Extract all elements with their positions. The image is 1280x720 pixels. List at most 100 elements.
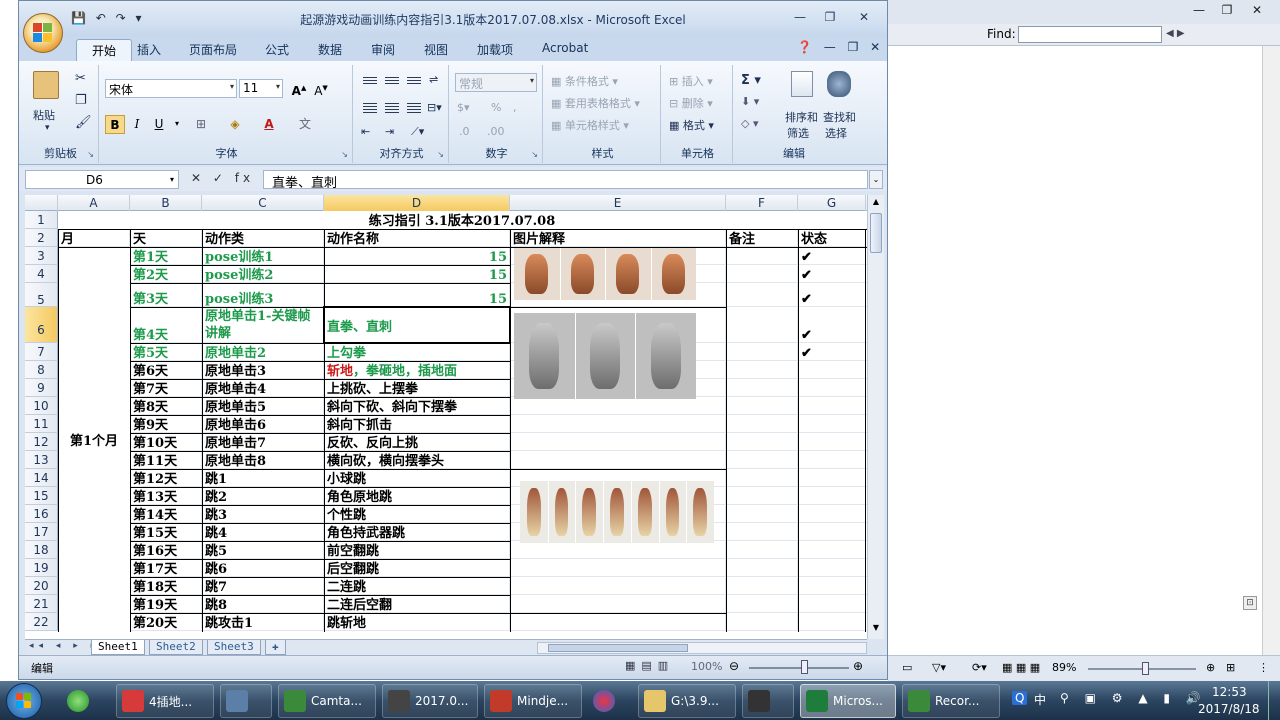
row-header-21[interactable]: 21 <box>25 595 58 613</box>
action-type-cell[interactable]: 原地单击4 <box>202 379 324 397</box>
delete-cells-button[interactable]: ⊟ 删除 ▾ <box>669 95 713 111</box>
action-name-cell[interactable]: 反砍、反向上挑 <box>324 433 510 451</box>
tab-view[interactable]: 视图 <box>424 41 448 58</box>
row-header-4[interactable]: 4 <box>25 265 58 283</box>
bold-button[interactable]: B <box>105 115 125 134</box>
borders-icon[interactable]: ⊞ <box>191 115 211 134</box>
jump-reference-image[interactable] <box>520 481 714 543</box>
day-cell[interactable]: 第8天 <box>130 397 202 415</box>
italic-button[interactable]: I <box>127 115 147 134</box>
indent-increase-icon[interactable]: ⇥ <box>385 125 394 138</box>
formula-input[interactable]: 直拳、直刺 <box>263 170 868 191</box>
action-name-cell[interactable]: 角色持武器跳 <box>324 523 510 541</box>
grow-font-button[interactable]: A▲ <box>289 79 309 98</box>
scroll-up-icon[interactable]: ▲ <box>868 197 884 211</box>
bg-zoom-thumb[interactable] <box>1142 662 1149 675</box>
close-button[interactable]: ✕ <box>853 10 875 26</box>
bg-fit-icon[interactable]: ▦ ▦ ▦ <box>1002 661 1040 674</box>
cell-styles-button[interactable]: ▦ 单元格样式 ▾ <box>551 117 629 133</box>
action-type-cell[interactable]: pose训练2 <box>202 265 324 283</box>
vertical-scroll-thumb[interactable] <box>870 213 882 253</box>
action-type-cell[interactable]: 跳攻击1 <box>202 613 324 631</box>
bg-fit-page-icon[interactable]: ⊞ <box>1226 661 1235 674</box>
day-cell[interactable]: 第17天 <box>130 559 202 577</box>
ribbon-window-controls[interactable]: ❓ — ❐ ✕ <box>797 40 884 54</box>
action-name-cell[interactable]: 斜向下砍、斜向下摆拳 <box>324 397 510 415</box>
sort-filter-label-1[interactable]: 排序和 <box>785 109 818 125</box>
sort-filter-label-2[interactable]: 筛选 <box>787 125 809 141</box>
find-select-label-1[interactable]: 查找和 <box>823 109 856 125</box>
status-cell[interactable]: ✔ <box>798 343 866 361</box>
header-cell-a[interactable]: 月 <box>58 229 130 247</box>
action-name-cell[interactable]: 个性跳 <box>324 505 510 523</box>
paste-button[interactable]: 粘贴 <box>33 107 55 123</box>
day-cell[interactable]: 第4天 <box>130 307 202 343</box>
fill-color-icon[interactable]: ◈ <box>225 115 245 134</box>
taskbar-item-10[interactable]: Recor... <box>902 684 1000 718</box>
wrap-text-icon[interactable]: ⇌ <box>429 73 438 86</box>
paste-icon[interactable] <box>33 71 59 99</box>
header-cell-e[interactable]: 图片解释 <box>510 229 726 247</box>
action-name-cell[interactable]: 15 <box>324 283 510 307</box>
zoom-out-icon[interactable]: ⊖ <box>729 659 739 673</box>
day-cell[interactable]: 第19天 <box>130 595 202 613</box>
month-cell[interactable]: 第1个月 <box>58 247 130 631</box>
header-cell-c[interactable]: 动作类 <box>202 229 324 247</box>
row-header-2[interactable]: 2 <box>25 229 58 247</box>
comma-icon[interactable]: , <box>513 101 517 114</box>
active-cell-outline[interactable] <box>323 306 511 344</box>
row-header-1[interactable]: 1 <box>25 211 58 229</box>
action-type-cell[interactable]: 原地单击8 <box>202 451 324 469</box>
align-top-icon[interactable] <box>361 75 379 91</box>
day-cell[interactable]: 第13天 <box>130 487 202 505</box>
conditional-format-button[interactable]: ▦ 条件格式 ▾ <box>551 73 618 89</box>
row-header-14[interactable]: 14 <box>25 469 58 487</box>
column-header-c[interactable]: C <box>202 195 324 211</box>
office-button[interactable] <box>23 13 63 53</box>
find-nav-icon[interactable]: ◀ ▶ <box>1166 28 1185 39</box>
bg-close-button[interactable]: ✕ <box>1248 3 1266 19</box>
day-cell[interactable]: 第7天 <box>130 379 202 397</box>
status-cell[interactable]: ✔ <box>798 283 866 307</box>
tab-insert[interactable]: 插入 <box>137 41 161 58</box>
day-cell[interactable]: 第10天 <box>130 433 202 451</box>
sheet-tab-3[interactable]: Sheet3 <box>207 640 261 655</box>
row-header-17[interactable]: 17 <box>25 523 58 541</box>
action-name-cell[interactable]: 小球跳 <box>324 469 510 487</box>
alignment-launcher-icon[interactable]: ↘ <box>437 150 444 159</box>
action-name-cell[interactable]: 斩地 ，拳砸地，插地面 <box>324 361 510 379</box>
action-type-cell[interactable]: 跳5 <box>202 541 324 559</box>
align-center-icon[interactable] <box>383 101 401 117</box>
merge-icon[interactable]: ⊟▾ <box>427 101 442 114</box>
zoom-slider[interactable] <box>749 667 849 669</box>
row-header-16[interactable]: 16 <box>25 505 58 523</box>
format-table-button[interactable]: ▦ 套用表格格式 ▾ <box>551 95 640 111</box>
tab-review[interactable]: 审阅 <box>371 41 395 58</box>
tray-icons[interactable]: ⚲ ▣ ⚙ ▲ ▮ 🔊 <box>1060 691 1207 705</box>
row-header-20[interactable]: 20 <box>25 577 58 595</box>
tab-addins[interactable]: 加载项 <box>477 41 513 58</box>
select-all-corner[interactable] <box>25 195 58 211</box>
row-header-11[interactable]: 11 <box>25 415 58 433</box>
row-header-6[interactable]: 6 <box>25 307 58 343</box>
zoom-in-icon[interactable]: ⊕ <box>853 659 863 673</box>
bg-rotate-icon[interactable]: ⟳▾ <box>972 661 987 674</box>
day-cell[interactable]: 第9天 <box>130 415 202 433</box>
zoom-slider-thumb[interactable] <box>801 660 808 674</box>
action-type-cell[interactable]: 跳6 <box>202 559 324 577</box>
restore-button[interactable]: ❐ <box>819 10 841 26</box>
sheet-tab-2[interactable]: Sheet2 <box>149 640 203 655</box>
currency-icon[interactable]: $▾ <box>457 101 470 114</box>
insert-sheet-icon[interactable]: ✚ <box>265 640 286 655</box>
taskbar-item-4[interactable]: 2017.0... <box>382 684 478 718</box>
taskbar-item-excel[interactable]: Micros... <box>800 684 896 718</box>
action-name-cell[interactable]: 横向砍，横向摆拳头 <box>324 451 510 469</box>
status-cell[interactable]: ✔ <box>798 247 866 265</box>
qq-input-icon[interactable]: Q <box>1012 691 1028 705</box>
action-type-cell[interactable]: pose训练1 <box>202 247 324 265</box>
day-cell[interactable]: 第15天 <box>130 523 202 541</box>
orientation-icon[interactable]: ⟋▾ <box>411 125 424 139</box>
action-name-cell[interactable]: 跳斩地 <box>324 613 510 631</box>
quick-access-toolbar[interactable]: 💾 ↶ ↷ ▾ <box>71 11 145 25</box>
day-cell[interactable]: 第6天 <box>130 361 202 379</box>
